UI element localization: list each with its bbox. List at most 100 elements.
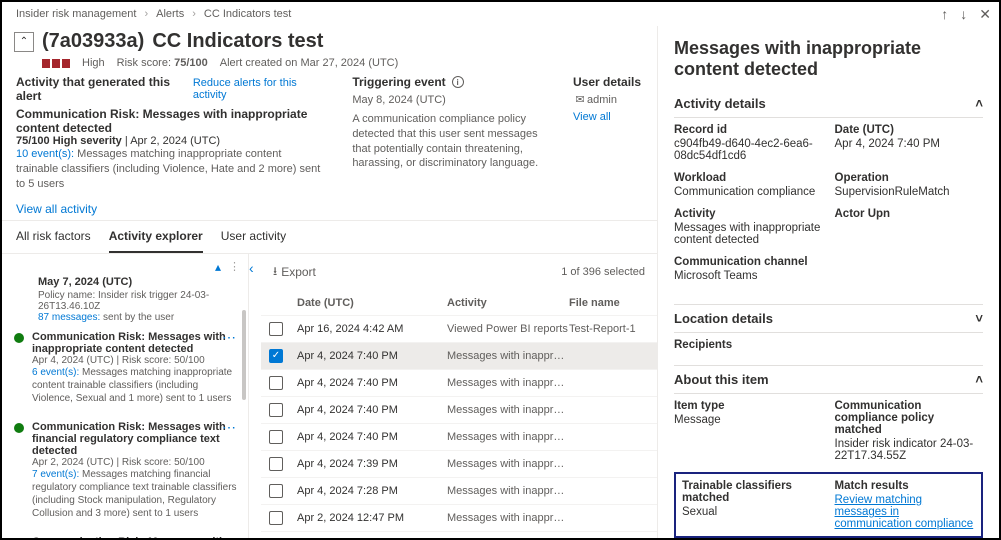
chevron-down-icon: ˅	[975, 311, 983, 326]
timeline-item[interactable]: Communication Risk: Messages with inappr…	[14, 528, 244, 538]
cell-activity: Messages with inappropriate content …	[447, 458, 569, 470]
workload-value: Communication compliance	[674, 186, 823, 198]
match-results-label: Match results	[835, 480, 976, 492]
row-checkbox[interactable]	[269, 484, 283, 498]
export-button[interactable]: ⭳Export	[273, 262, 316, 283]
cell-date: Apr 4, 2024 7:40 PM	[297, 350, 447, 362]
row-checkbox[interactable]	[269, 376, 283, 390]
chevron-up-icon: ˄	[975, 372, 983, 387]
actor-label: Actor Upn	[835, 208, 984, 220]
view-all-user-link[interactable]: View all	[573, 111, 611, 123]
activity-table: Date (UTC) Activity File name Apr 16, 20…	[261, 291, 657, 538]
alert-created: Alert created on Mar 27, 2024 (UTC)	[220, 57, 399, 69]
record-id: c904fb49-d640-4ec2-6ea6-08dc54df1cd6	[674, 138, 823, 162]
item-title: Communication Risk: Messages with inappr…	[32, 331, 238, 355]
activity-header: Activity that generated this alert	[16, 75, 187, 103]
table-row[interactable]: Apr 16, 2024 4:42 AMViewed Power BI repo…	[261, 316, 657, 343]
sort-up-icon[interactable]: ▴	[215, 260, 221, 274]
group-date: May 7, 2024 (UTC)	[38, 276, 244, 288]
scrollbar[interactable]	[242, 310, 246, 400]
severity-text: High	[82, 57, 105, 69]
collapse-button[interactable]: ⌃	[14, 32, 34, 52]
row-checkbox[interactable]	[269, 511, 283, 525]
cell-date: Apr 2, 2024 12:47 PM	[297, 512, 447, 524]
comm-risk-sev: High severity	[53, 135, 122, 147]
classifiers-value: Sexual	[682, 506, 823, 518]
events-link[interactable]: 7 event(s):	[32, 469, 79, 480]
details-panel: Messages with inappropriate content dete…	[657, 26, 999, 538]
table-row[interactable]: Apr 4, 2024 7:28 PMMessages with inappro…	[261, 478, 657, 505]
tab-activity-explorer[interactable]: Activity explorer	[109, 221, 203, 253]
item-more-icon[interactable]: ⋯	[222, 534, 238, 538]
events-link[interactable]: 10 event(s):	[16, 148, 74, 160]
risk-score: 75/100	[174, 57, 208, 69]
row-checkbox[interactable]	[269, 457, 283, 471]
severity-bars-icon	[42, 59, 70, 68]
table-row[interactable]: Apr 4, 2024 7:40 PMMessages with inappro…	[261, 424, 657, 451]
activity-label: Activity	[674, 208, 823, 220]
more-icon[interactable]: ⋮	[229, 260, 240, 274]
item-title: Communication Risk: Messages with financ…	[32, 421, 238, 457]
cell-date: Apr 4, 2024 7:40 PM	[297, 431, 447, 443]
status-dot-icon	[14, 423, 24, 433]
panel-close-icon[interactable]: ✕	[979, 6, 991, 23]
download-icon: ⭳	[273, 262, 277, 283]
messages-link[interactable]: 87 messages:	[38, 312, 100, 323]
table-header: Date (UTC) Activity File name	[261, 291, 657, 316]
row-checkbox[interactable]	[269, 322, 283, 336]
reduce-alerts-link[interactable]: Reduce alerts for this activity	[193, 77, 324, 101]
breadcrumb-alerts[interactable]: Alerts	[156, 8, 184, 20]
cell-activity: Messages with inappropriate content …	[447, 485, 569, 497]
cell-date: Apr 4, 2024 7:40 PM	[297, 377, 447, 389]
item-type-label: Item type	[674, 400, 823, 412]
panel-title: Messages with inappropriate content dete…	[674, 38, 983, 80]
view-all-activity-link[interactable]: View all activity	[16, 202, 97, 216]
table-row[interactable]: ✓Apr 4, 2024 7:40 PMMessages with inappr…	[261, 343, 657, 370]
section-location-details[interactable]: Location details˅	[674, 304, 983, 333]
collapse-timeline-icon[interactable]: ‹	[249, 260, 254, 276]
operation-label: Operation	[835, 172, 984, 184]
section-activity-details[interactable]: Activity details˄	[674, 90, 983, 118]
user-details-header: User details	[573, 75, 643, 89]
breadcrumb: Insider risk management › Alerts › CC In…	[2, 2, 999, 26]
tab-user-activity[interactable]: User activity	[221, 221, 286, 253]
col-activity[interactable]: Activity	[447, 297, 569, 309]
cell-file: Test-Report-1	[569, 323, 649, 335]
user-email: admin	[587, 94, 617, 106]
row-checkbox[interactable]: ✓	[269, 349, 283, 363]
item-more-icon[interactable]: ⋯	[222, 329, 238, 346]
trigger-date: May 8, 2024 (UTC)	[352, 93, 545, 108]
breadcrumb-root[interactable]: Insider risk management	[16, 8, 136, 20]
trigger-desc: A communication compliance policy detect…	[352, 112, 545, 171]
panel-down-icon[interactable]: ↓	[960, 6, 967, 23]
table-row[interactable]: Apr 2, 2024 12:47 PMMessages with inappr…	[261, 505, 657, 532]
cell-date: Apr 4, 2024 7:39 PM	[297, 458, 447, 470]
timeline-item[interactable]: Communication Risk: Messages with financ…	[14, 413, 244, 528]
item-more-icon[interactable]: ⋯	[222, 419, 238, 436]
col-file[interactable]: File name	[569, 297, 649, 309]
selection-count: 1 of 396 selected	[561, 266, 645, 278]
review-messages-link[interactable]: Review matching messages in communicatio…	[835, 494, 974, 530]
events-link[interactable]: 6 event(s):	[32, 367, 79, 378]
comm-risk-title: Communication Risk: Messages with inappr…	[16, 107, 324, 135]
row-checkbox[interactable]	[269, 403, 283, 417]
table-row[interactable]: Apr 4, 2024 7:40 PMMessages with inappro…	[261, 397, 657, 424]
info-icon[interactable]: i	[452, 76, 464, 88]
date-label: Date (UTC)	[835, 124, 984, 136]
table-row[interactable]: Apr 4, 2024 7:39 PMMessages with inappro…	[261, 451, 657, 478]
cell-date: Apr 4, 2024 7:40 PM	[297, 404, 447, 416]
table-row[interactable]: Apr 4, 2024 7:40 PMMessages with inappro…	[261, 370, 657, 397]
item-type-value: Message	[674, 414, 823, 426]
table-row[interactable]: Apr 2, 2024 8:29 AMMessages with inappro…	[261, 532, 657, 538]
timeline-item[interactable]: Communication Risk: Messages with inappr…	[14, 323, 244, 413]
row-checkbox[interactable]	[269, 430, 283, 444]
breadcrumb-current: CC Indicators test	[204, 8, 291, 20]
record-id-label: Record id	[674, 124, 823, 136]
section-about-item[interactable]: About this item˄	[674, 365, 983, 394]
activity-timeline[interactable]: ▴⋮ May 7, 2024 (UTC) Policy name: Inside…	[2, 254, 249, 538]
cc-label: Communication channel	[674, 256, 823, 268]
panel-up-icon[interactable]: ↑	[941, 6, 948, 23]
tab-all-risk-factors[interactable]: All risk factors	[16, 221, 91, 253]
col-date[interactable]: Date (UTC)	[297, 297, 447, 309]
recipients-label: Recipients	[674, 339, 983, 351]
